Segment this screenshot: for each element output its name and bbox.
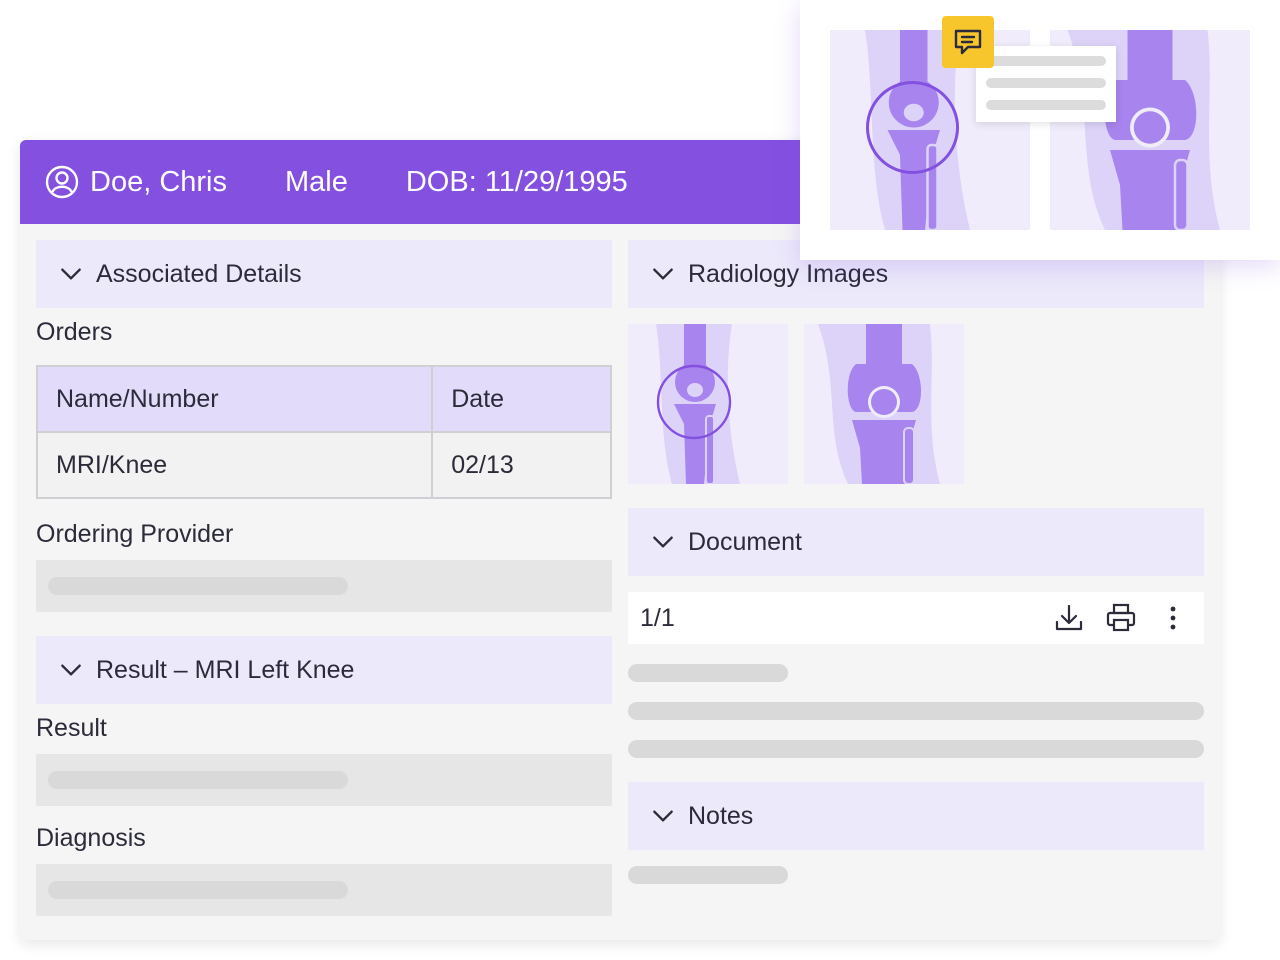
- comment-popover: [976, 46, 1116, 122]
- patient-dob: DOB: 11/29/1995: [405, 165, 628, 198]
- placeholder-line: [48, 577, 348, 595]
- page-indicator: 1/1: [640, 603, 675, 632]
- chevron-down-icon: [650, 803, 676, 829]
- chevron-down-icon: [58, 261, 84, 287]
- print-icon[interactable]: [1104, 601, 1138, 635]
- notes-title: Notes: [688, 801, 754, 830]
- document-title: Document: [688, 527, 802, 556]
- document-toolbar: 1/1: [628, 592, 1204, 644]
- associated-details-section-header[interactable]: Associated Details: [36, 240, 612, 308]
- document-placeholder-line: [628, 740, 1204, 758]
- patient-record-card: Doe, Chris Male DOB: 11/29/1995 Associat…: [20, 140, 1220, 940]
- result-section-header[interactable]: Result – MRI Left Knee: [36, 636, 612, 704]
- more-vertical-icon[interactable]: [1156, 601, 1190, 635]
- chevron-down-icon: [58, 657, 84, 683]
- placeholder-line: [48, 771, 348, 789]
- result-section-title: Result – MRI Left Knee: [96, 655, 355, 684]
- column-header-date: Date: [431, 365, 612, 433]
- result-field: [36, 754, 612, 806]
- document-section-header[interactable]: Document: [628, 508, 1204, 576]
- table-row[interactable]: MRI/Knee 02/13: [35, 431, 612, 499]
- notes-placeholder-line: [628, 866, 788, 884]
- notes-section-header[interactable]: Notes: [628, 782, 1204, 850]
- ordering-provider-field: [36, 560, 612, 612]
- orders-table: Name/Number Date MRI/Knee 02/13: [35, 365, 612, 499]
- ordering-provider-label: Ordering Provider: [36, 520, 234, 548]
- comment-placeholder-line: [986, 100, 1106, 110]
- patient-sex: Male: [285, 165, 348, 198]
- associated-details-title: Associated Details: [96, 259, 302, 288]
- placeholder-line: [48, 881, 348, 899]
- user-circle-icon: [44, 164, 80, 200]
- document-placeholder-line: [628, 664, 788, 682]
- radiology-images-title: Radiology Images: [688, 259, 889, 288]
- result-label: Result: [36, 714, 107, 742]
- column-header-name-number: Name/Number: [35, 365, 434, 433]
- comment-placeholder-line: [986, 78, 1106, 88]
- comment-placeholder-line: [986, 56, 1106, 66]
- orders-table-header-row: Name/Number Date: [35, 365, 612, 433]
- diagnosis-field: [36, 864, 612, 916]
- chevron-down-icon: [650, 529, 676, 555]
- order-name-cell: MRI/Knee: [35, 431, 434, 499]
- diagnosis-label: Diagnosis: [36, 824, 146, 852]
- radiology-thumbnail-1[interactable]: [628, 324, 788, 484]
- chevron-down-icon: [650, 261, 676, 287]
- image-viewer-overlay: [800, 0, 1280, 260]
- orders-label: Orders: [36, 318, 113, 346]
- order-date-cell: 02/13: [431, 431, 612, 499]
- download-icon[interactable]: [1052, 601, 1086, 635]
- comment-icon[interactable]: [942, 16, 994, 68]
- patient-name: Doe, Chris: [90, 165, 227, 198]
- document-placeholder-line: [628, 702, 1204, 720]
- radiology-thumbnail-2[interactable]: [804, 324, 964, 484]
